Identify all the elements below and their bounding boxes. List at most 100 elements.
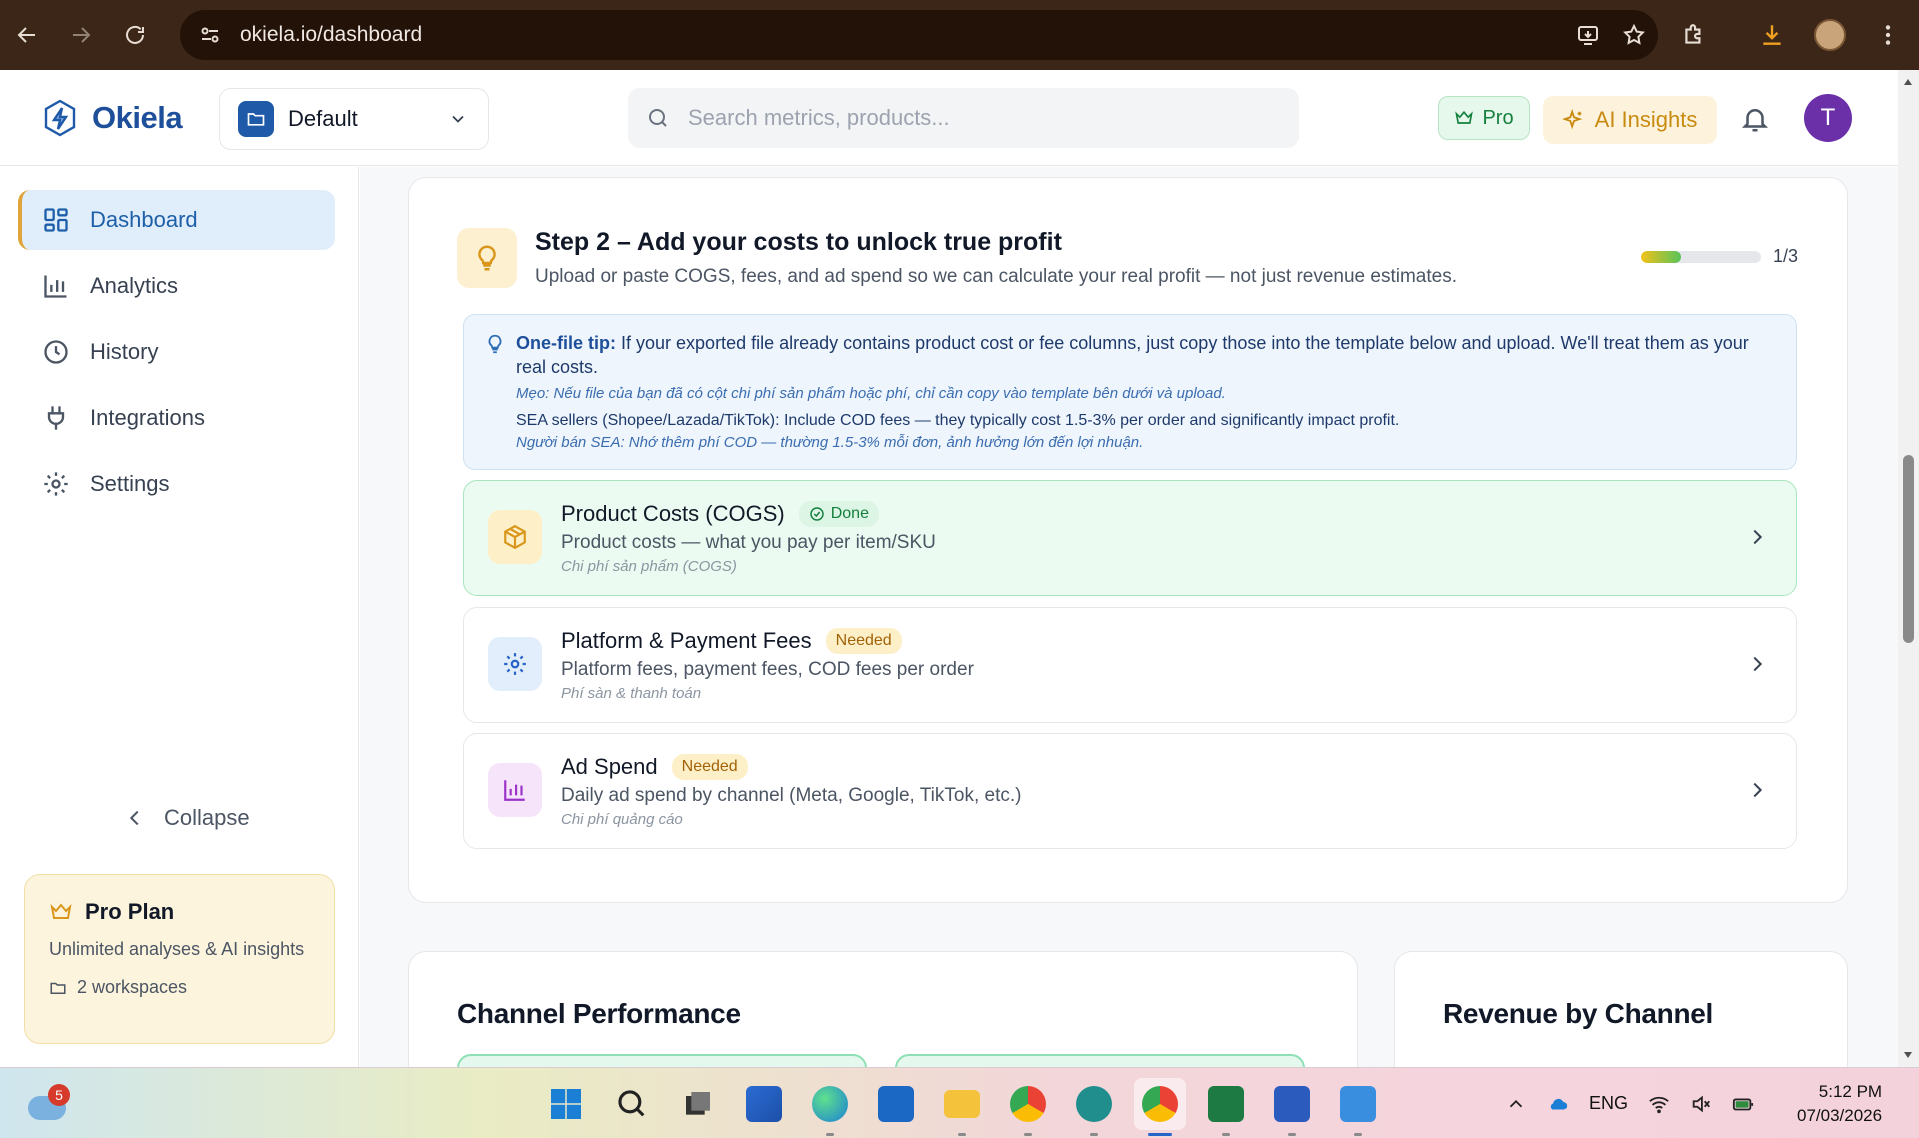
taskbar-notepad[interactable] [1332,1078,1384,1136]
status-badge: Needed [825,628,902,654]
crown-icon [50,903,72,919]
taskbar-store[interactable] [738,1078,790,1130]
sidebar-item-history[interactable]: History [18,322,335,382]
clock[interactable]: 5:12 PM 07/03/2026 [1797,1080,1882,1128]
panel-title: Channel Performance [457,998,741,1029]
cost-item-ad-spend[interactable]: Ad Spend Needed Daily ad spend by channe… [463,733,1797,849]
tip-body: If your exported file already contains p… [516,333,1749,377]
step-title: Step 2 – Add your costs to unlock true p… [535,228,1062,256]
bookmark-star-icon[interactable] [1622,23,1646,47]
excel-icon [1208,1086,1244,1122]
bar-chart-icon [44,275,67,298]
taskbar-search[interactable] [606,1078,658,1130]
battery-icon[interactable] [1732,1093,1754,1115]
search-input[interactable] [688,105,1248,131]
site-settings-icon[interactable] [198,23,222,47]
search-box[interactable] [628,88,1299,148]
cost-item-fees[interactable]: Platform & Payment Fees Needed Platform … [463,607,1797,723]
cost-item-description: Product costs — what you pay per item/SK… [561,532,936,553]
cost-item-cogs[interactable]: Product Costs (COGS) Done Product costs … [463,480,1797,596]
page-scrollbar[interactable] [1898,70,1919,1067]
extensions-button[interactable] [1670,11,1718,59]
taskbar-edge[interactable] [804,1078,856,1136]
panel-title: Revenue by Channel [1443,998,1714,1029]
pro-badge[interactable]: Pro [1438,96,1530,140]
notepad-icon [1340,1086,1376,1122]
taskbar-excel[interactable] [1200,1078,1252,1136]
menu-button[interactable] [1864,11,1912,59]
folder-icon [944,1090,980,1118]
reload-button[interactable] [108,0,162,70]
brand-logo[interactable]: Okiela [40,98,183,138]
scrollbar-thumb[interactable] [1903,455,1914,643]
step-subtitle: Upload or paste COGS, fees, and ad spend… [535,266,1457,287]
language-indicator[interactable]: ENG [1589,1093,1628,1114]
address-bar[interactable]: okiela.io/dashboard [180,10,1658,60]
downloads-button[interactable] [1748,11,1796,59]
chevron-left-icon [129,810,139,826]
chevron-up-icon[interactable] [1505,1093,1527,1115]
start-button[interactable] [540,1078,592,1130]
workspace-selector[interactable]: Default [219,88,489,150]
taskbar-outlook[interactable] [870,1078,922,1130]
back-button[interactable] [0,0,54,70]
taskbar-explorer[interactable] [936,1078,988,1136]
cost-item-title: Product Costs (COGS) [561,501,785,526]
status-badge: Needed [671,754,748,780]
ai-insights-button[interactable]: AI Insights [1543,96,1717,144]
lightbulb-icon [457,228,517,288]
user-avatar[interactable]: T [1804,94,1852,142]
progress-fill [1641,251,1681,263]
tip-box: One-file tip: If your exported file alre… [463,314,1797,470]
scroll-down-icon[interactable] [1902,1049,1914,1061]
cost-item-description: Platform fees, payment fees, COD fees pe… [561,659,974,680]
kebab-menu-icon [1885,25,1891,45]
channel-performance-panel: Channel Performance [408,951,1358,1067]
tip-text: One-file tip: If your exported file alre… [516,331,1776,379]
grid-icon [44,208,68,232]
revenue-by-channel-panel: Revenue by Channel [1394,951,1848,1067]
chevron-right-icon [1753,529,1763,545]
sidebar-item-settings[interactable]: Settings [18,454,335,514]
tip-sea-sellers: SEA sellers (Shopee/Lazada/TikTok): Incl… [516,412,1400,429]
chrome-icon [1142,1086,1178,1122]
channel-card[interactable] [457,1054,867,1067]
scroll-up-icon[interactable] [1902,76,1914,88]
taskbar-word[interactable] [1266,1078,1318,1136]
sidebar-item-analytics[interactable]: Analytics [18,256,335,316]
main-content: Step 2 – Add your costs to unlock true p… [360,167,1898,1067]
step-progress-bar [1641,251,1761,263]
sidebar-item-label: Integrations [90,405,205,430]
forward-button[interactable] [54,0,108,70]
system-tray: ENG [1505,1068,1754,1138]
gear-icon [488,637,542,691]
chrome-icon [1010,1086,1046,1122]
plug-icon [47,406,65,430]
package-icon [488,510,542,564]
collapse-button[interactable]: Collapse [124,805,250,831]
ai-insights-label: AI Insights [1594,107,1698,132]
search-icon [649,109,667,127]
channel-card[interactable] [895,1054,1305,1067]
onedrive-icon[interactable] [1547,1093,1569,1115]
profile-button[interactable] [1806,11,1854,59]
wifi-icon[interactable] [1648,1093,1670,1115]
weather-widget[interactable]: 5 [28,1084,70,1124]
store-icon [746,1086,782,1122]
install-app-icon[interactable] [1576,23,1600,47]
sidebar-item-dashboard[interactable]: Dashboard [18,190,335,250]
chevron-right-icon [1753,782,1763,798]
cost-item-vietnamese: Phí sàn & thanh toán [561,685,702,702]
app-header: Okiela Default Pro AI Insights T [0,70,1898,166]
taskbar-app-teal[interactable] [1068,1078,1120,1136]
taskbar-chrome-profile[interactable] [1002,1078,1054,1136]
taskbar-chrome-active[interactable] [1134,1078,1186,1136]
bell-icon[interactable] [1740,104,1770,134]
clock-time: 5:12 PM [1818,1082,1883,1101]
task-view-button[interactable] [672,1078,724,1130]
gear-icon [44,472,68,496]
pro-plan-card[interactable]: Pro Plan Unlimited analyses & AI insight… [24,874,335,1044]
sidebar-item-integrations[interactable]: Integrations [18,388,335,448]
bolt-logo-icon [44,99,76,137]
volume-muted-icon[interactable] [1690,1093,1712,1115]
